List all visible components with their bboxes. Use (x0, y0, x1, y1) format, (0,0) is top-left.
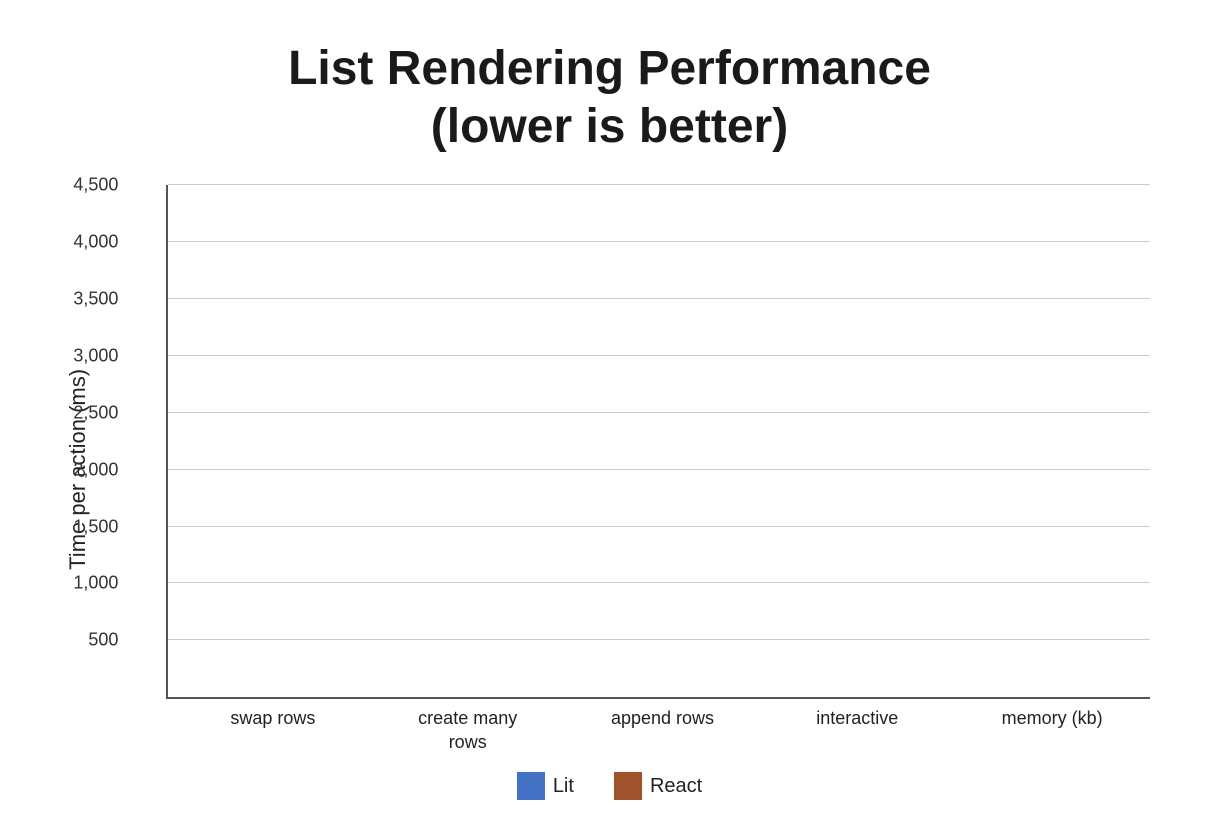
legend-item: Lit (517, 772, 574, 800)
bars-row (168, 185, 1150, 697)
chart-container: List Rendering Performance (lower is bet… (60, 20, 1160, 800)
x-axis-label: create manyrows (370, 707, 565, 754)
y-tick-label: 2,500 (73, 402, 118, 423)
legend-label: Lit (553, 775, 574, 798)
y-tick-label: 4,000 (73, 232, 118, 253)
x-axis-labels: swap rowscreate manyrowsappend rowsinter… (176, 707, 1150, 754)
x-axis-label: swap rows (176, 707, 371, 754)
x-axis-label: memory (kb) (955, 707, 1150, 754)
x-axis-label: interactive (760, 707, 955, 754)
y-tick-label: 3,000 (73, 345, 118, 366)
legend: Lit React (517, 772, 702, 800)
chart-inner: 4,5004,0003,5003,0002,5002,0001,5001,000… (96, 185, 1160, 754)
legend-label: React (650, 775, 702, 798)
y-tick-label: 4,500 (73, 175, 118, 196)
legend-color-box (517, 772, 545, 800)
legend-color-box (614, 772, 642, 800)
y-tick-label: 3,500 (73, 288, 118, 309)
x-axis-label: append rows (565, 707, 760, 754)
title-line1: List Rendering Performance (288, 42, 931, 95)
grid-and-bars: 4,5004,0003,5003,0002,5002,0001,5001,000… (166, 185, 1150, 699)
legend-item: React (614, 772, 702, 800)
title-line2: (lower is better) (431, 100, 788, 153)
chart-title: List Rendering Performance (lower is bet… (288, 40, 931, 155)
y-tick-label: 500 (88, 630, 118, 651)
y-tick-label: 1,500 (73, 516, 118, 537)
y-tick-label: 1,000 (73, 573, 118, 594)
chart-area: Time per action (ms) 4,5004,0003,5003,00… (60, 185, 1160, 754)
y-tick-label: 2,000 (73, 459, 118, 480)
